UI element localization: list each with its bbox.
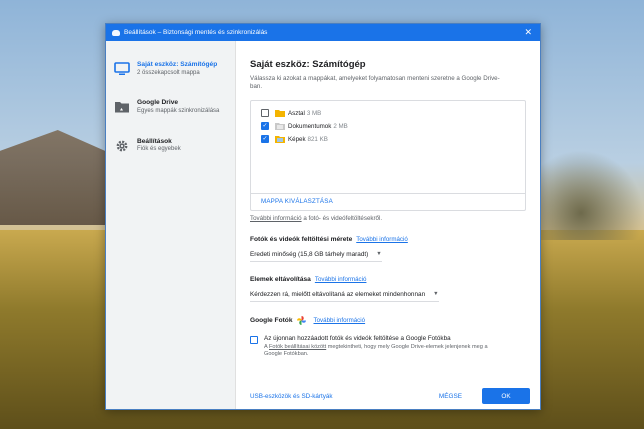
folder-icon xyxy=(275,123,285,131)
sidebar-item-settings[interactable]: Beállítások Fiók és egyebek xyxy=(106,132,235,160)
removal-selected: Kérdezzen rá, mielőtt eltávolítaná az el… xyxy=(250,290,426,298)
page-description: Válassza ki azokat a mappákat, amelyeket… xyxy=(250,75,500,91)
upload-size-section-title: Fotók és videók feltöltési mérete Tovább… xyxy=(250,236,526,243)
close-icon[interactable]: ✕ xyxy=(522,28,534,37)
drive-folder-icon xyxy=(115,102,129,113)
folder-size: 821 KB xyxy=(307,135,328,143)
folder-row[interactable]: ✓ Képek 821 KB xyxy=(261,133,515,146)
google-photos-icon xyxy=(296,315,306,325)
wallpaper-barn xyxy=(0,130,105,225)
google-photos-note: A Fotók beállításai között megtekintheti… xyxy=(264,344,494,359)
upload-size-title: Fotók és videók feltöltési mérete xyxy=(250,235,353,243)
choose-folder-button[interactable]: MAPPA KIVÁLASZTÁSA xyxy=(261,198,333,205)
cancel-button[interactable]: MÉGSE xyxy=(429,389,472,404)
more-info-link[interactable]: További információ xyxy=(250,215,302,222)
folder-row[interactable]: ✓ Dokumentumok 2 MB xyxy=(261,120,515,133)
google-photos-section-title: Google Fotók További információ xyxy=(250,315,526,325)
folder-checkbox[interactable]: ✓ xyxy=(261,135,269,144)
removal-dropdown[interactable]: Kérdezzen rá, mielőtt eltávolítaná az el… xyxy=(250,291,439,302)
settings-window: Beállítások – Biztonsági mentés és szink… xyxy=(105,23,541,410)
cloud-icon xyxy=(112,29,120,36)
folder-size: 3 MB xyxy=(306,109,322,117)
sidebar-item-title: Beállítások xyxy=(137,137,172,145)
folder-name: Asztal xyxy=(288,109,305,117)
folder-checkbox[interactable] xyxy=(261,109,269,118)
gear-icon xyxy=(116,140,128,152)
google-photos-title: Google Fotók xyxy=(250,316,293,324)
folder-row[interactable]: Asztal 3 MB xyxy=(261,107,515,120)
photos-settings-link[interactable]: Fotók beállításai között xyxy=(269,344,326,350)
usb-sd-link[interactable]: USB-eszközök és SD-kártyák xyxy=(250,393,429,400)
sidebar-item-title: Saját eszköz: Számítógép xyxy=(137,61,218,68)
folder-checkbox[interactable]: ✓ xyxy=(261,122,269,131)
chevron-down-icon: ▼ xyxy=(376,251,382,258)
title-bar[interactable]: Beállítások – Biztonsági mentés és szink… xyxy=(106,24,540,41)
folder-size: 2 MB xyxy=(333,122,348,130)
upload-size-info-link[interactable]: További információ xyxy=(356,236,408,243)
upload-size-dropdown[interactable]: Eredeti minőség (15,8 GB tárhely maradt)… xyxy=(250,251,382,262)
google-photos-option[interactable]: Az újonnan hozzáadott fotók és videók fe… xyxy=(250,335,526,359)
folder-icon xyxy=(275,136,285,144)
window-title: Beállítások – Biztonsági mentés és szink… xyxy=(124,29,268,36)
upload-size-selected: Eredeti minőség (15,8 GB tárhely maradt) xyxy=(250,250,369,258)
folder-name: Képek xyxy=(288,135,306,143)
wallpaper-trees xyxy=(539,150,644,240)
chevron-down-icon: ▼ xyxy=(433,291,439,298)
sidebar-item-my-computer[interactable]: Saját eszköz: Számítógép 2 összekapcsolt… xyxy=(106,55,235,83)
sidebar-item-subtitle: 2 összekapcsolt mappa xyxy=(137,69,200,76)
photo-video-info-row: További információ a fotó- és videófeltö… xyxy=(250,215,526,222)
page-title: Saját eszköz: Számítógép xyxy=(250,59,366,70)
removal-info-link[interactable]: További információ xyxy=(315,276,367,283)
dialog-footer: USB-eszközök és SD-kártyák MÉGSE OK xyxy=(250,388,530,404)
folder-list-box: Asztal 3 MB ✓ Dokumentumok 2 MB ✓ Képek … xyxy=(250,99,526,211)
folder-name: Dokumentumok xyxy=(288,122,332,130)
google-photos-checkbox[interactable] xyxy=(250,335,258,344)
folder-icon xyxy=(275,110,285,118)
removal-section-title: Elemek eltávolítása További információ xyxy=(250,276,526,283)
monitor-icon xyxy=(114,62,130,75)
removal-title: Elemek eltávolítása xyxy=(250,275,311,283)
google-photos-checkbox-label: Az újonnan hozzáadott fotók és videók fe… xyxy=(264,334,451,342)
more-info-suffix: a fotó- és videófeltöltésekről. xyxy=(301,214,383,222)
sidebar-item-title: Google Drive xyxy=(137,99,179,107)
sidebar-item-subtitle: Fiók és egyebek xyxy=(137,146,181,153)
sidebar: Saját eszköz: Számítógép 2 összekapcsolt… xyxy=(106,41,236,409)
sidebar-item-google-drive[interactable]: Google Drive Egyes mappák szinkronizálás… xyxy=(106,93,235,121)
google-photos-info-link[interactable]: További információ xyxy=(314,317,366,324)
ok-button[interactable]: OK xyxy=(482,388,530,404)
main-panel: Saját eszköz: Számítógép Válassza ki azo… xyxy=(236,41,540,409)
sidebar-item-subtitle: Egyes mappák szinkronizálása xyxy=(137,107,220,114)
